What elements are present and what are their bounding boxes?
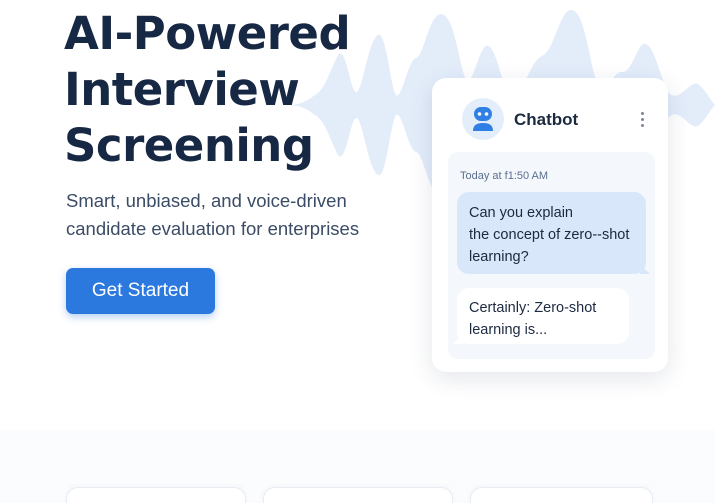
hero-subtitle: Smart, unbiased, and voice-driven candid… xyxy=(66,187,386,243)
hero-title: AI-Powered Interview Screening xyxy=(64,6,404,174)
bot-message-bubble: Certainly: Zero-shot learning is... xyxy=(453,288,629,344)
chat-timestamp: Today at f1:50 AM xyxy=(460,170,549,182)
feature-card xyxy=(263,487,453,503)
chat-conversation: Today at f1:50 AM Can you explain the co… xyxy=(448,152,655,359)
hero-title-line: Screening xyxy=(64,119,314,172)
hero-title-line: AI-Powered xyxy=(64,7,351,60)
chatbot-widget: Chatbot Today at f1:50 AM Can you explai… xyxy=(432,78,668,372)
bot-message-line: learning is... xyxy=(469,322,548,338)
user-message-line: Can you explain xyxy=(469,205,573,221)
user-message-line: the concept of zero--shot xyxy=(469,227,630,243)
get-started-button[interactable]: Get Started xyxy=(66,268,215,314)
robot-icon xyxy=(462,98,504,140)
hero-subtitle-line: Smart, unbiased, and voice-driven xyxy=(66,190,347,211)
feature-card xyxy=(470,487,653,503)
hero-title-line: Interview xyxy=(64,63,300,116)
chatbot-header: Chatbot xyxy=(432,78,668,150)
feature-card xyxy=(66,487,246,503)
user-message-line: learning? xyxy=(469,249,529,265)
landing-page: AI-Powered Interview Screening Smart, un… xyxy=(0,0,715,503)
chatbot-title: Chatbot xyxy=(514,110,579,129)
more-vertical-icon[interactable] xyxy=(632,108,652,130)
hero-subtitle-line: candidate evaluation for enterprises xyxy=(66,218,360,239)
user-message-bubble: Can you explain the concept of zero--sho… xyxy=(457,192,650,274)
bot-message-line: Certainly: Zero-shot xyxy=(469,300,597,316)
